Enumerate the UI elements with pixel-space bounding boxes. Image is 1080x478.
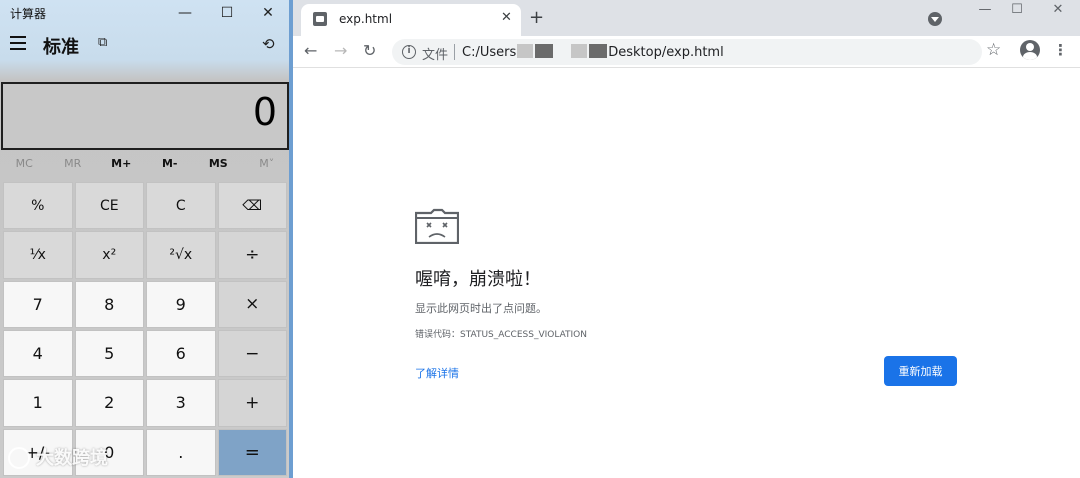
digit-2-key[interactable]: 2 (74, 379, 144, 427)
tab-close-button[interactable]: ✕ (501, 10, 512, 25)
redacted-block (571, 44, 588, 58)
bookmark-star-icon[interactable]: ☆ (986, 40, 1001, 60)
info-icon[interactable]: i (402, 45, 416, 59)
learn-more-link[interactable]: 了解详情 (415, 365, 459, 381)
watermark: 大数跨境 (8, 444, 108, 470)
calculator-keypad: % CE C ⌫ ⅟x x² ²√x ÷ 7 8 9 × 4 5 6−1 2 3 + +/- 0. = (3, 182, 287, 476)
browser-toolbar: ← → ↻ i 文件 C:/Users Desktop/exp.html ☆ ⋮ (293, 36, 1080, 68)
reload-button[interactable]: ↻ (363, 41, 376, 60)
history-icon[interactable]: ⟲ (262, 35, 275, 53)
browser-window: exp.html ✕ + — ☐ ✕ ← → ↻ i 文件 C:/Users De… (293, 0, 1080, 478)
crash-heading: 喔唷，崩溃啦！ (415, 269, 541, 290)
crash-message: 显示此网页时出了点问题。 (415, 302, 547, 315)
add-key[interactable]: + (217, 379, 287, 427)
calculator-header: 标准 ⧉ ⟲ (0, 28, 291, 64)
divide-key[interactable]: ÷ (217, 231, 287, 279)
browser-close-button[interactable]: ✕ (1038, 2, 1078, 22)
compact-overlay-icon[interactable]: ⧉ (98, 35, 107, 50)
redacted-block (535, 44, 554, 58)
url-text[interactable]: C:/Users Desktop/exp.html (462, 44, 724, 60)
digit-8-key[interactable]: 8 (74, 280, 144, 328)
url-suffix: Desktop/exp.html (608, 45, 724, 60)
memory-m-button[interactable]: M+ (97, 157, 146, 177)
screenshot-root: 计算器 — ☐ ✕ 标准 ⧉ ⟲ 0 MC MR M+ M- MS M˅ % CE C ⌫ ⅟x x… (0, 0, 1080, 478)
percent-key[interactable]: % (3, 182, 73, 230)
tab-strip: exp.html ✕ + — ☐ ✕ (293, 0, 1080, 36)
digit-3-key[interactable]: 3 (146, 379, 216, 427)
digit-9-key[interactable]: 9 (146, 280, 216, 328)
new-tab-button[interactable]: + (529, 7, 544, 28)
address-bar[interactable]: i 文件 C:/Users Desktop/exp.html (392, 39, 982, 65)
calculator-minimize-button[interactable]: — (165, 0, 205, 26)
tab-title: exp.html (339, 12, 393, 26)
subtract-key[interactable]: − (217, 329, 287, 378)
square-key[interactable]: x² (74, 231, 144, 279)
tab-search-icon[interactable] (928, 12, 942, 26)
memory-ms-button[interactable]: MS (194, 157, 243, 177)
clear-entry-key[interactable]: CE (74, 182, 144, 230)
forward-button[interactable]: → (334, 41, 347, 60)
backspace-key[interactable]: ⌫ (217, 182, 287, 230)
calculator-titlebar: 计算器 — ☐ ✕ (0, 0, 291, 26)
error-code: 错误代码：STATUS_ACCESS_VIOLATION (415, 330, 587, 340)
digit-4-key[interactable]: 4 (3, 329, 73, 378)
calculator-window: 计算器 — ☐ ✕ 标准 ⧉ ⟲ 0 MC MR M+ M- MS M˅ % CE C ⌫ ⅟x x… (0, 0, 291, 478)
tab-exp-html[interactable]: exp.html ✕ (301, 4, 521, 36)
calculator-close-button[interactable]: ✕ (248, 0, 288, 26)
redacted-block (589, 44, 608, 58)
more-menu-icon[interactable]: ⋮ (1053, 41, 1068, 59)
equals-key[interactable]: = (217, 428, 287, 476)
browser-maximize-button[interactable]: ☐ (997, 2, 1037, 22)
profile-avatar-icon[interactable] (1020, 40, 1040, 60)
calculator-title: 计算器 (10, 7, 47, 21)
watermark-logo-icon (8, 447, 30, 469)
back-button[interactable]: ← (304, 41, 317, 60)
clear-key[interactable]: C (146, 182, 216, 230)
menu-icon[interactable] (10, 36, 26, 50)
digit-7-key[interactable]: 7 (3, 280, 73, 328)
multiply-key[interactable]: × (217, 280, 287, 328)
square-root-key[interactable]: ²√x (146, 231, 216, 279)
sad-folder-icon (415, 208, 459, 244)
url-prefix: C:/Users (462, 45, 517, 60)
calculator-maximize-button[interactable]: ☐ (207, 0, 247, 26)
crashed-page-favicon-icon (313, 12, 327, 26)
memory-mr-button[interactable]: MR (49, 157, 98, 177)
mode-title: 标准 (43, 37, 79, 58)
digit-5-key[interactable]: 5 (74, 329, 144, 378)
decimal-key[interactable]: . (146, 428, 216, 476)
calculator-display: 0 (1, 82, 289, 150)
address-separator (454, 44, 455, 60)
display-value: 0 (252, 90, 277, 134)
reload-page-button[interactable]: 重新加载 (884, 356, 957, 386)
scheme-label: 文件 (422, 48, 449, 63)
memory-m-button[interactable]: M˅ (243, 157, 292, 177)
watermark-text: 大数跨境 (36, 448, 108, 469)
redacted-block (517, 44, 534, 58)
memory-m-button[interactable]: M- (146, 157, 195, 177)
digit-6-key[interactable]: 6 (146, 329, 216, 378)
redacted-gap (555, 44, 569, 58)
reciprocal-key[interactable]: ⅟x (3, 231, 73, 279)
digit-1-key[interactable]: 1 (3, 379, 73, 427)
memory-row: MC MR M+ M- MS M˅ (0, 157, 291, 177)
memory-mc-button[interactable]: MC (0, 157, 49, 177)
